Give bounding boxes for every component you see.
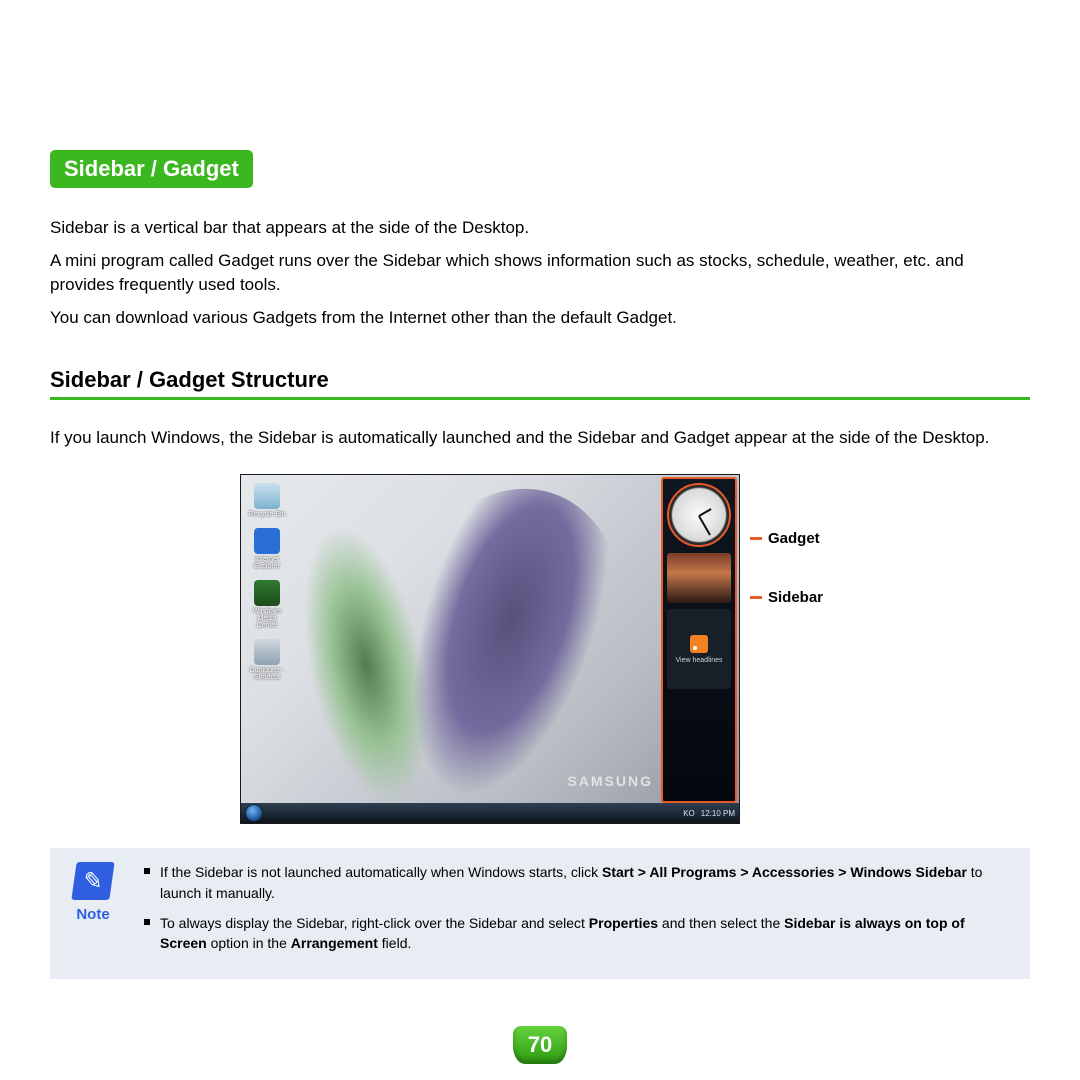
subsection-heading: Sidebar / Gadget Structure (50, 367, 1030, 400)
note-item-2-pre: To always display the Sidebar, right-cli… (160, 915, 589, 931)
gadget-feed: View headlines (667, 609, 731, 689)
tray-language: KO (683, 809, 695, 818)
intro-paragraph-2: A mini program called Gadget runs over t… (50, 249, 1030, 298)
internet-explorer-icon (254, 528, 280, 554)
page-number-badge: 70 (513, 1026, 567, 1064)
desktop-area: SAMSUNG Recycle Bin Internet Explorer Wi… (240, 474, 740, 824)
intro-paragraph-3: You can download various Gadgets from th… (50, 306, 1030, 331)
start-button-icon (245, 804, 263, 822)
note-item-1-pre: If the Sidebar is not launched automatic… (160, 864, 602, 880)
note-item-2-bold1: Properties (589, 915, 658, 931)
desktop-icon-label: Computer - Shortcut (247, 667, 287, 681)
callout-tick-icon (750, 537, 762, 540)
figure-desktop-screenshot: SAMSUNG Recycle Bin Internet Explorer Wi… (240, 474, 840, 824)
callout-sidebar-label: Sidebar (768, 589, 823, 606)
rss-icon (690, 635, 708, 653)
brand-text: SAMSUNG (567, 773, 653, 789)
desktop-icon-recycle-bin: Recycle Bin (247, 483, 287, 518)
note-item-1-bold: Start > All Programs > Accessories > Win… (602, 864, 967, 880)
subsection-body: If you launch Windows, the Sidebar is au… (50, 426, 1030, 451)
tray-time: 12:10 PM (701, 809, 735, 818)
note-item-2-post: field. (378, 935, 411, 951)
intro-paragraph-1: Sidebar is a vertical bar that appears a… (50, 216, 1030, 241)
clock-minute-hand (698, 516, 711, 536)
figure-callouts: Gadget Sidebar (750, 530, 823, 606)
media-center-icon (254, 580, 280, 606)
desktop-icon-internet-explorer: Internet Explorer (247, 528, 287, 570)
desktop-icon-media-center: Windows Media Center (247, 580, 287, 629)
sidebar-region-highlight: View headlines (661, 477, 737, 803)
taskbar: KO 12:10 PM (241, 803, 739, 823)
note-left-column: ✎ Note (66, 862, 120, 923)
callout-gadget: Gadget (750, 530, 823, 547)
desktop-icons-column: Recycle Bin Internet Explorer Windows Me… (247, 483, 287, 681)
desktop-icon-label: Recycle Bin (249, 511, 286, 518)
note-item-2-mid2: option in the (207, 935, 291, 951)
callout-gadget-label: Gadget (768, 530, 820, 547)
desktop-icon-computer: Computer - Shortcut (247, 639, 287, 681)
gadget-slideshow (667, 553, 731, 603)
callout-tick-icon (750, 596, 762, 599)
note-item-2-bold3: Arrangement (291, 935, 378, 951)
computer-icon (254, 639, 280, 665)
note-pencil-icon: ✎ (71, 862, 114, 900)
note-item-1: If the Sidebar is not launched automatic… (144, 862, 1014, 903)
gadget-feed-label: View headlines (676, 657, 723, 664)
system-tray: KO 12:10 PM (683, 809, 735, 818)
note-label: Note (76, 906, 109, 923)
desktop-icon-label: Windows Media Center (247, 608, 287, 629)
callout-sidebar: Sidebar (750, 589, 823, 606)
desktop-icon-label: Internet Explorer (247, 556, 287, 570)
note-box: ✎ Note If the Sidebar is not launched au… (50, 848, 1030, 979)
note-item-2: To always display the Sidebar, right-cli… (144, 913, 1014, 954)
gadget-clock (667, 483, 731, 547)
note-list: If the Sidebar is not launched automatic… (144, 862, 1014, 963)
note-item-2-mid: and then select the (658, 915, 784, 931)
section-title-badge: Sidebar / Gadget (50, 150, 253, 188)
recycle-bin-icon (254, 483, 280, 509)
